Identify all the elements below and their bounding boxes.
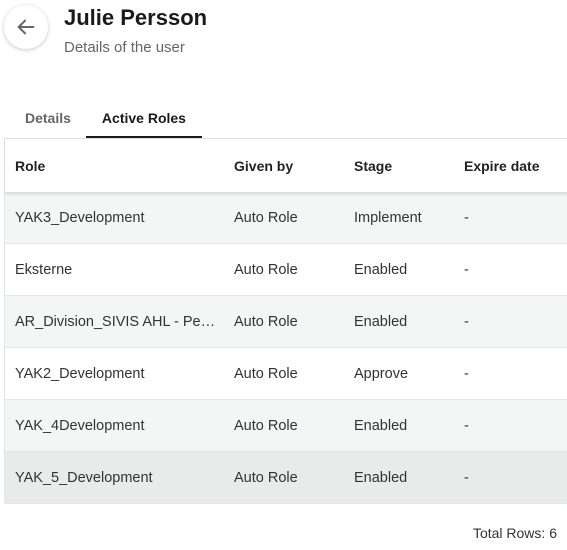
column-header-expire-date[interactable]: Expire date (454, 158, 567, 174)
cell-stage: Implement (354, 209, 422, 226)
column-header-role[interactable]: Role (5, 158, 224, 174)
cell-stage: Enabled (354, 417, 408, 434)
table-row[interactable]: YAK2_Development Auto Role Approve - (5, 348, 567, 400)
column-header-given-by[interactable]: Given by (224, 158, 344, 174)
tab-bar: Details Active Roles (10, 100, 202, 138)
cell-role: YAK_4Development (15, 417, 145, 434)
cell-role: AR_Division_SIVIS AHL - Per… (15, 313, 220, 330)
arrow-left-icon (17, 19, 35, 35)
cell-expire-date: - (464, 313, 469, 330)
cell-expire-date: - (464, 209, 469, 226)
cell-given-by: Auto Role (234, 209, 298, 226)
cell-stage: Approve (354, 365, 409, 382)
cell-given-by: Auto Role (234, 365, 298, 382)
cell-expire-date: - (464, 469, 469, 486)
page-title: Julie Persson (64, 5, 208, 30)
active-roles-table: Role Given by Stage Expire date YAK3_Dev… (4, 139, 567, 504)
cell-role: YAK3_Development (15, 209, 145, 226)
table-row[interactable]: AR_Division_SIVIS AHL - Per… Auto Role E… (5, 296, 567, 348)
total-rows-count: Total Rows: 6 (472, 525, 557, 541)
cell-given-by: Auto Role (234, 417, 298, 434)
table-row[interactable]: YAK_4Development Auto Role Enabled - (5, 400, 567, 452)
cell-stage: Enabled (354, 313, 408, 330)
table-header: Role Given by Stage Expire date (5, 139, 567, 192)
cell-expire-date: - (464, 365, 469, 382)
table-row[interactable]: Eksterne Auto Role Enabled - (5, 244, 567, 296)
cell-given-by: Auto Role (234, 313, 298, 330)
cell-role: YAK_5_Development (15, 469, 153, 486)
table-row[interactable]: YAK3_Development Auto Role Implement - (5, 192, 567, 244)
cell-stage: Enabled (354, 469, 408, 486)
column-header-stage[interactable]: Stage (344, 158, 454, 174)
page-subtitle: Details of the user (64, 39, 185, 56)
user-details-page: Julie Persson Details of the user Detail… (0, 0, 567, 550)
back-button[interactable] (4, 5, 48, 49)
cell-given-by: Auto Role (234, 469, 298, 486)
table-row[interactable]: YAK_5_Development Auto Role Enabled - (5, 452, 567, 504)
cell-role: Eksterne (15, 261, 73, 278)
cell-stage: Enabled (354, 261, 408, 278)
tab-details[interactable]: Details (10, 100, 86, 136)
cell-given-by: Auto Role (234, 261, 298, 278)
cell-expire-date: - (464, 261, 469, 278)
cell-role: YAK2_Development (15, 365, 145, 382)
tab-active-roles[interactable]: Active Roles (85, 100, 202, 138)
cell-expire-date: - (464, 417, 469, 434)
